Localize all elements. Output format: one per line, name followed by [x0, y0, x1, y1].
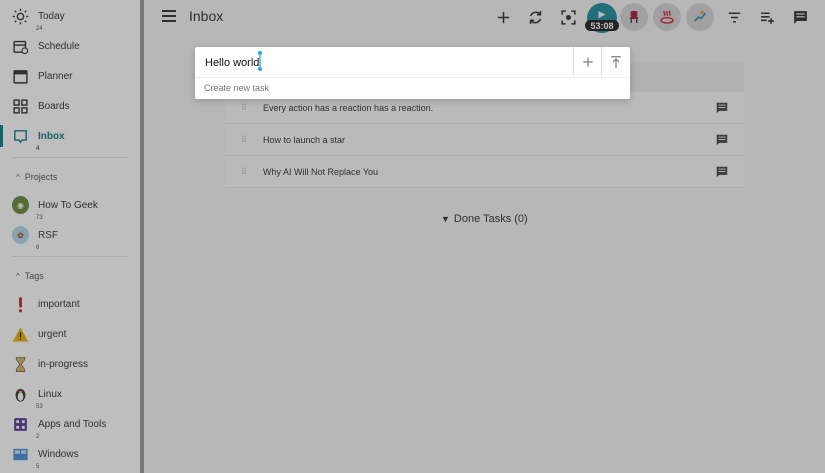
add-task-hint: Create new task [204, 83, 270, 93]
add-to-top-button[interactable] [607, 53, 625, 71]
arrow-to-top-icon [611, 56, 621, 68]
plus-icon [583, 57, 593, 67]
add-task-submit-button[interactable] [579, 53, 597, 71]
divider [601, 47, 602, 77]
divider [195, 77, 630, 78]
text-cursor-icon [258, 51, 262, 71]
divider [573, 47, 574, 77]
